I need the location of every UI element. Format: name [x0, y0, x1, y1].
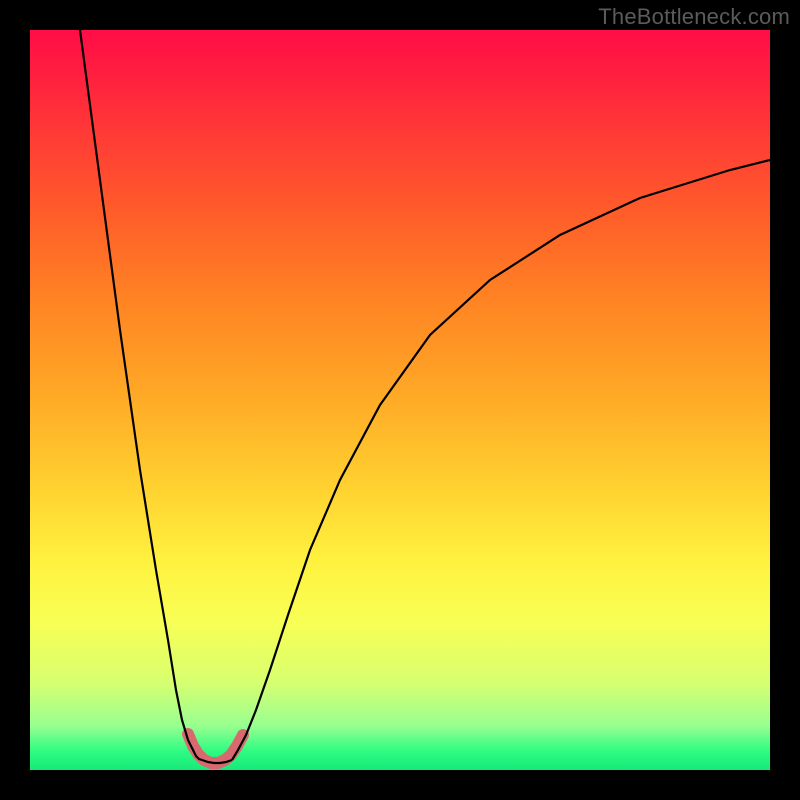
chart-frame: TheBottleneck.com	[0, 0, 800, 800]
bottleneck-curve	[80, 30, 770, 763]
curve-left-branch	[80, 30, 202, 760]
notch-highlight-icon	[188, 734, 243, 763]
curve-layer	[30, 30, 770, 770]
pink-highlight-path	[188, 734, 243, 763]
watermark-text: TheBottleneck.com	[598, 4, 790, 30]
plot-area	[30, 30, 770, 770]
curve-right-branch	[232, 160, 770, 760]
